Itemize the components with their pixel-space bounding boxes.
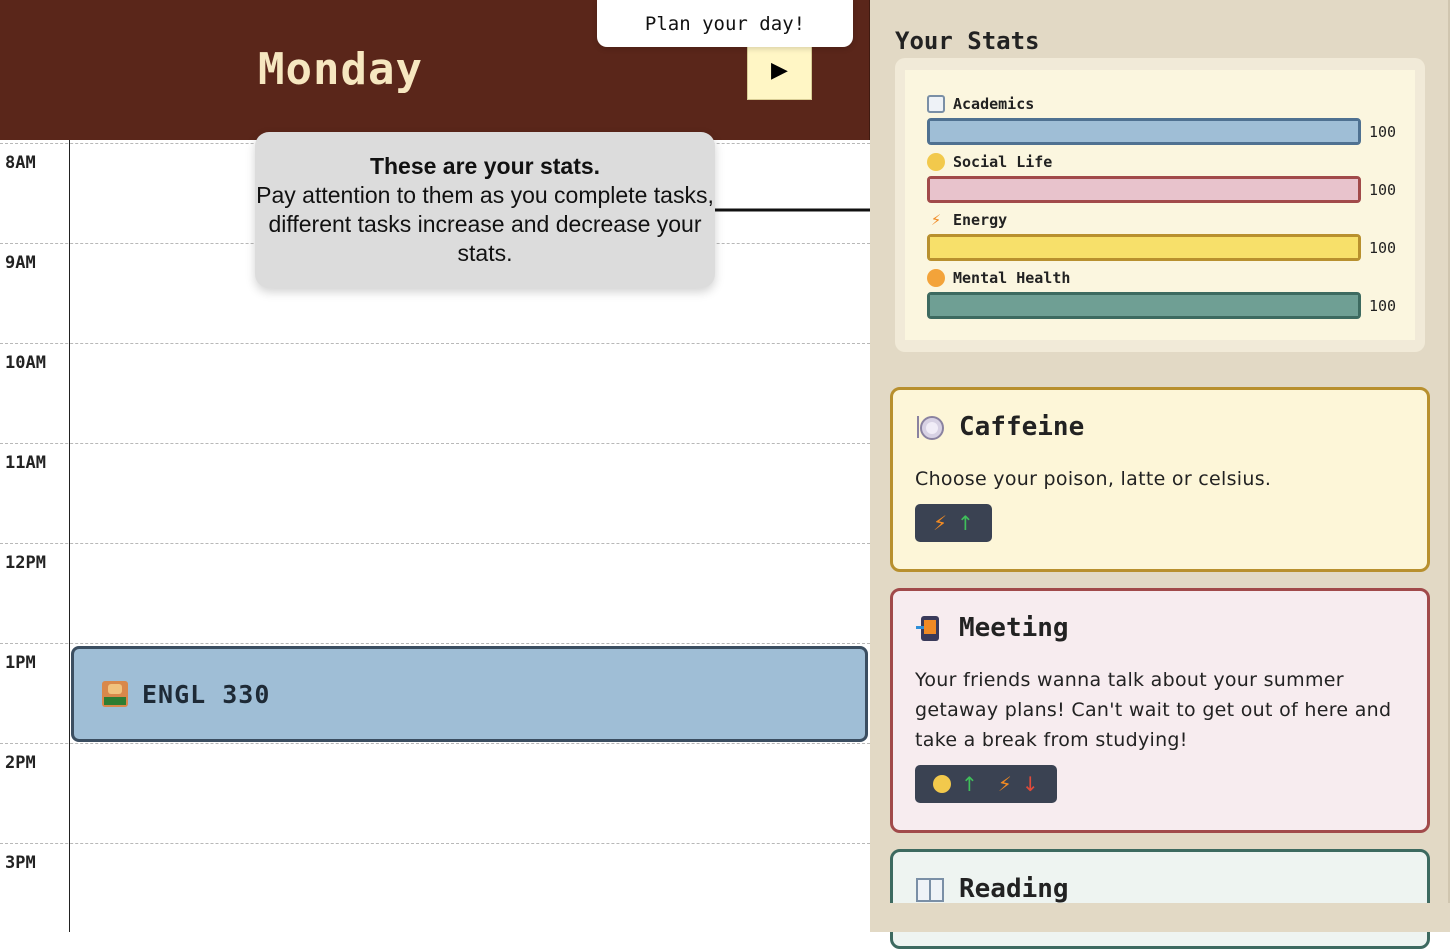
- stat-value: 100: [1369, 180, 1397, 199]
- stats-card: Academics 100 Social Life 100 ⚡ Energy 1…: [895, 58, 1425, 352]
- event-engl-330[interactable]: ENGL 330: [71, 646, 868, 742]
- stat-label: Academics: [953, 95, 1035, 113]
- lightning-icon: ⚡: [997, 772, 1012, 796]
- stat-bar: [927, 118, 1361, 145]
- task-card-reading[interactable]: Reading: [890, 849, 1430, 949]
- plate-icon: [915, 412, 945, 442]
- hour-label: 2PM: [5, 753, 36, 773]
- smile-icon: [927, 269, 945, 287]
- stats-title: Your Stats: [895, 27, 1040, 55]
- help-body: Pay attention to them as you complete ta…: [256, 182, 714, 266]
- stats-help-bubble: These are your stats. Pay attention to t…: [255, 132, 715, 288]
- task-card-caffeine[interactable]: Caffeine Choose your poison, latte or ce…: [890, 387, 1430, 572]
- stat-mental-health: Mental Health 100: [927, 266, 1407, 319]
- hour-row[interactable]: 12PM: [0, 543, 870, 643]
- hour-label: 10AM: [5, 353, 46, 373]
- arrow-up-icon: ↑: [957, 511, 974, 535]
- stat-value: 100: [1369, 296, 1397, 315]
- task-title: Meeting: [959, 613, 1069, 643]
- stat-value: 100: [1369, 122, 1397, 141]
- teacher-icon: [102, 681, 128, 707]
- stat-energy: ⚡ Energy 100: [927, 208, 1407, 261]
- hour-label: 8AM: [5, 153, 36, 173]
- stat-value: 100: [1369, 238, 1397, 257]
- lightning-icon: ⚡: [930, 210, 942, 230]
- arrow-down-icon: ↓: [1021, 772, 1039, 796]
- stat-bar: [927, 234, 1361, 261]
- task-description: Choose your poison, latte or celsius.: [915, 468, 1272, 490]
- task-title: Reading: [959, 874, 1069, 904]
- stat-label: Energy: [953, 211, 1008, 229]
- hour-label: 12PM: [5, 553, 46, 573]
- cheers-icon: [927, 153, 945, 171]
- task-card-meeting[interactable]: Meeting Your friends wanna talk about yo…: [890, 588, 1430, 833]
- arrow-up-icon: ↑: [961, 772, 978, 796]
- stat-label: Mental Health: [953, 269, 1071, 287]
- plan-tooltip: Plan your day!: [597, 0, 853, 47]
- cheers-icon: [933, 775, 951, 793]
- task-effects: ⚡ ↑: [915, 504, 992, 542]
- hour-row[interactable]: 10AM: [0, 343, 870, 443]
- sidebar-footer: [870, 903, 1450, 932]
- task-title: Caffeine: [959, 412, 1085, 442]
- hour-label: 11AM: [5, 453, 46, 473]
- hour-row[interactable]: 2PM: [0, 743, 870, 843]
- sidebar: Your Stats Academics 100 Social Life 100…: [870, 0, 1450, 949]
- task-description: Your friends wanna talk about your summe…: [915, 669, 1392, 751]
- help-title: These are your stats.: [369, 153, 601, 179]
- time-axis-line: [69, 140, 70, 932]
- play-icon: ▶: [771, 57, 788, 83]
- stat-academics: Academics 100: [927, 92, 1407, 145]
- hour-row[interactable]: 3PM: [0, 843, 870, 943]
- stat-social-life: Social Life 100: [927, 150, 1407, 203]
- play-button[interactable]: ▶: [747, 40, 812, 100]
- stat-label: Social Life: [953, 153, 1053, 171]
- stat-bar: [927, 292, 1361, 319]
- hour-label: 1PM: [5, 653, 36, 673]
- day-calendar: Monday ▶ Plan your day! 8AM 9AM 10AM 11A…: [0, 0, 894, 932]
- task-effects: ↑ ⚡ ↓: [915, 765, 1057, 803]
- hour-row[interactable]: 11AM: [0, 443, 870, 543]
- event-label: ENGL 330: [142, 679, 271, 709]
- hour-label: 3PM: [5, 853, 36, 873]
- book-icon: [915, 874, 945, 904]
- lightning-icon: ⚡: [933, 511, 948, 535]
- phone-icon: [915, 613, 945, 643]
- book-icon: [927, 95, 945, 113]
- day-title: Monday: [258, 44, 423, 95]
- stat-bar: [927, 176, 1361, 203]
- hour-label: 9AM: [5, 253, 36, 273]
